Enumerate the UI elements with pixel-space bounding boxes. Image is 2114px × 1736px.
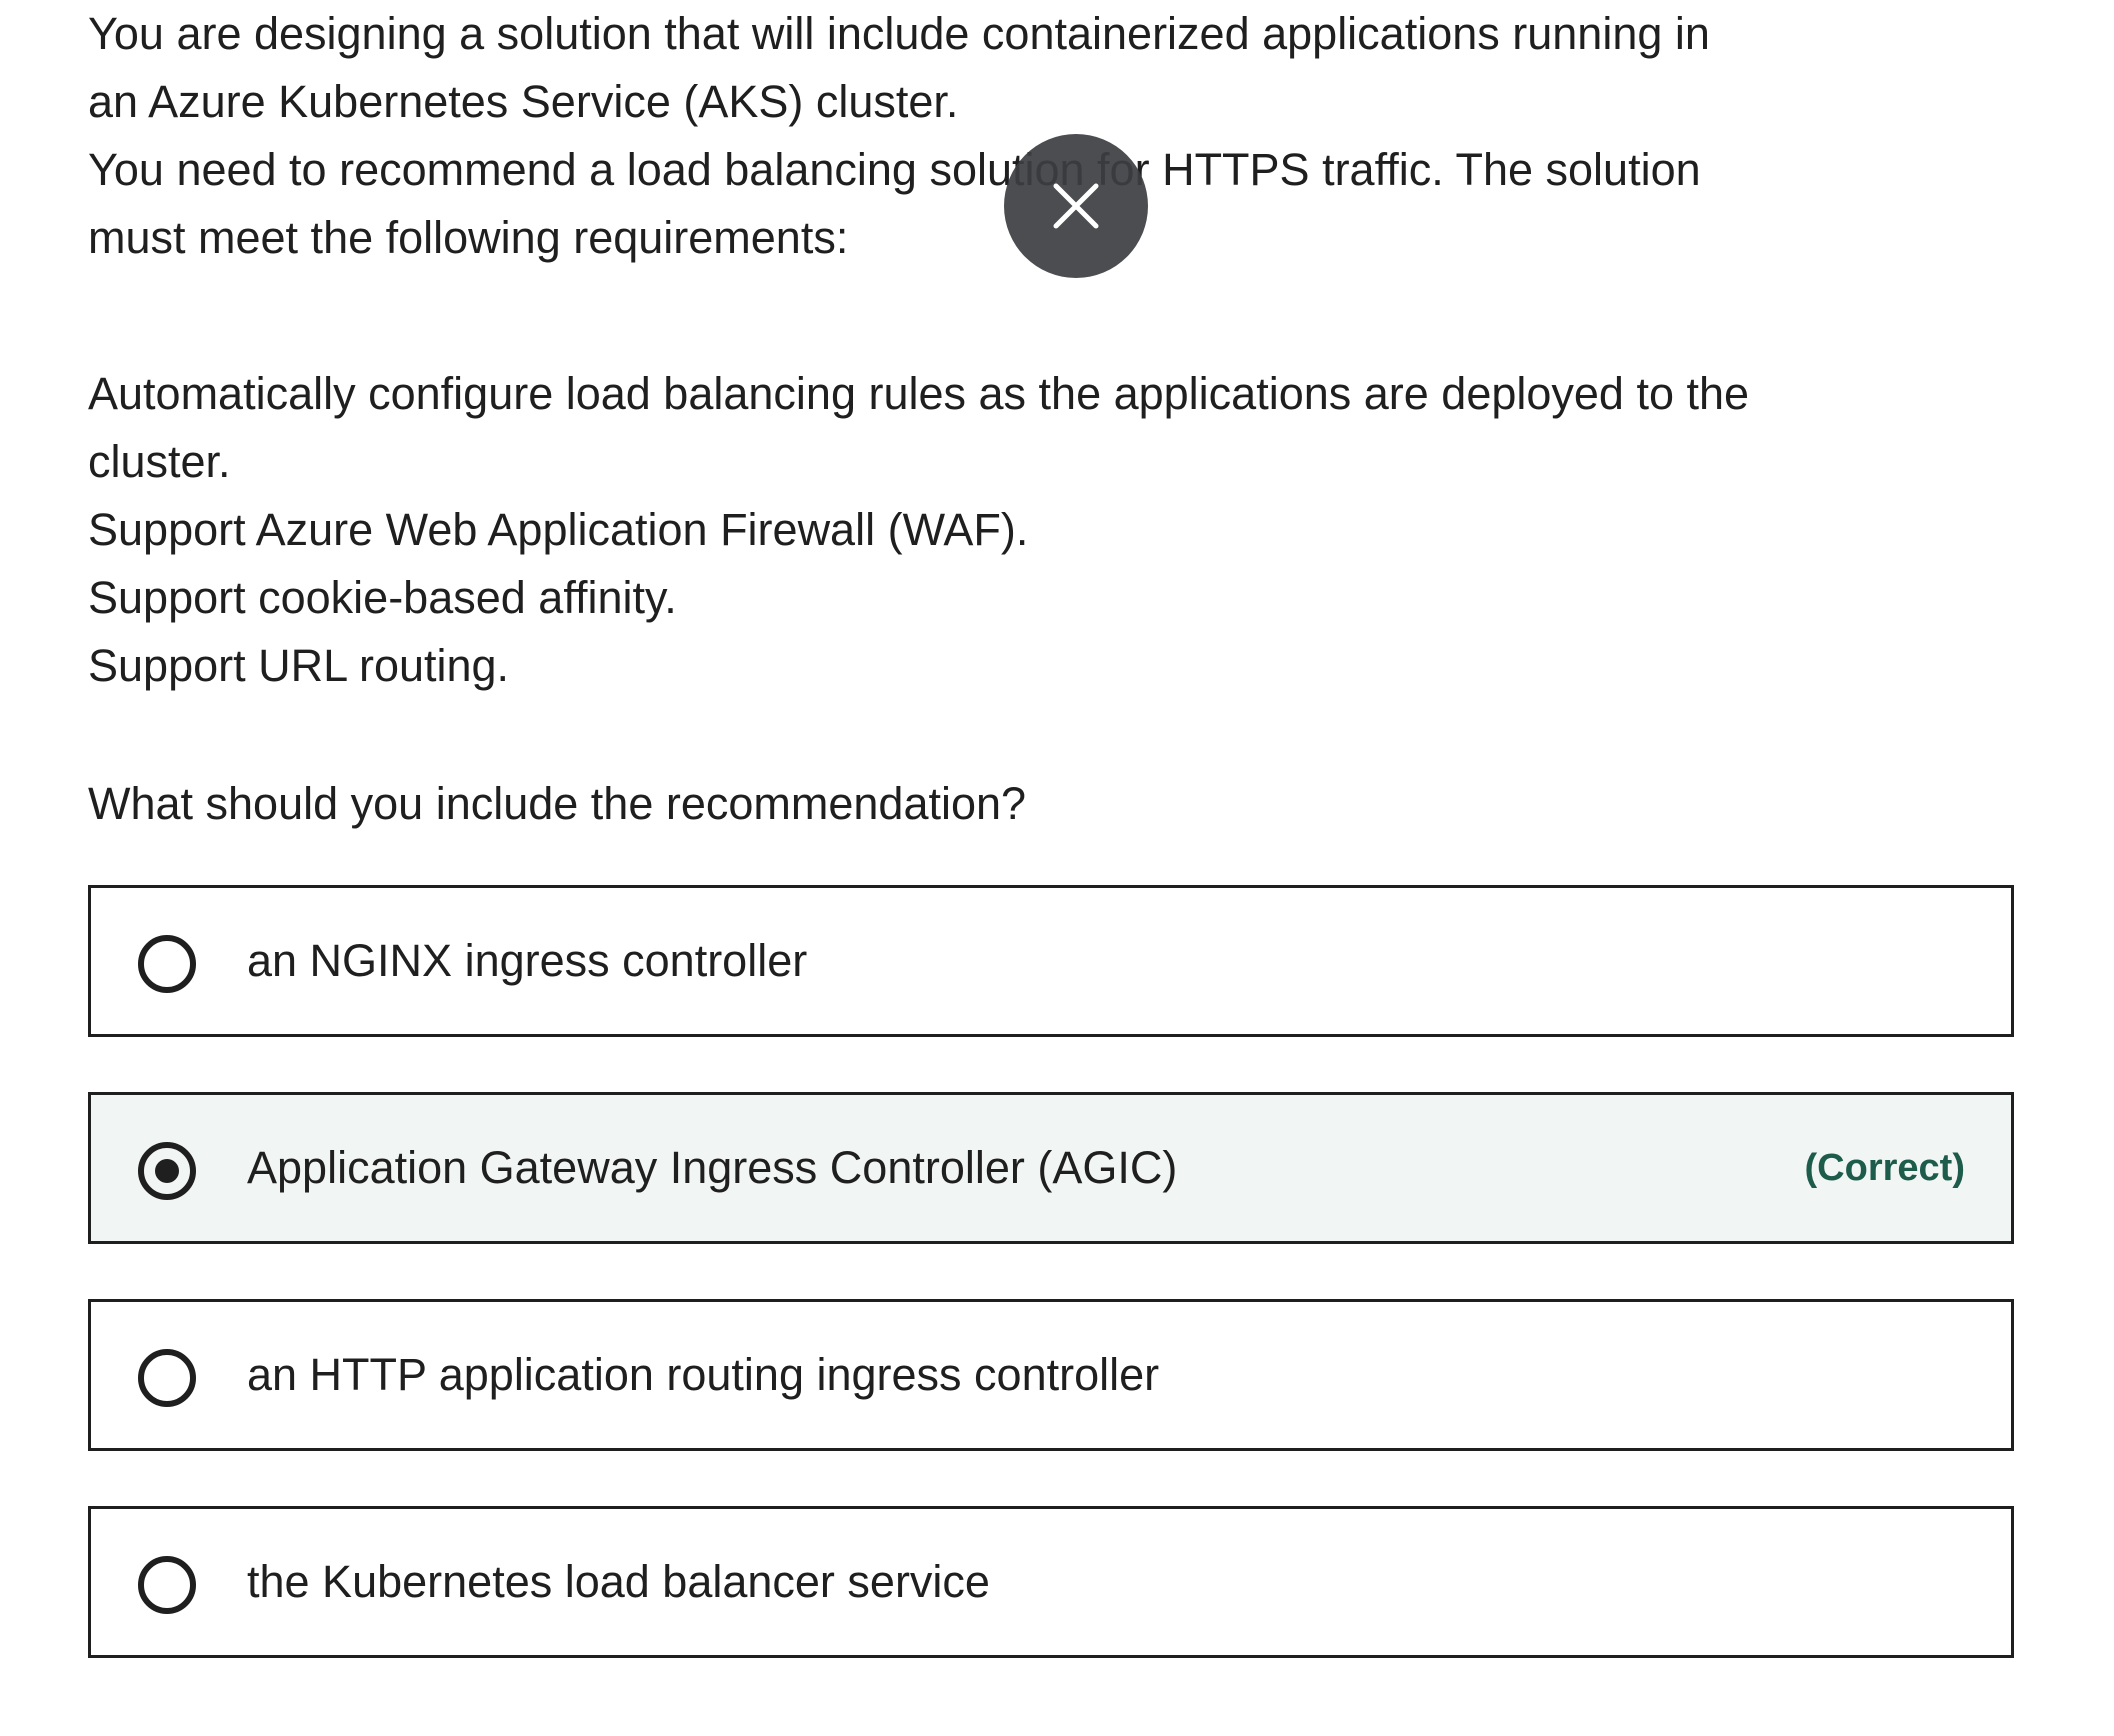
answer-option-nginx[interactable]: an NGINX ingress controller — [88, 885, 2014, 1037]
option-label: an HTTP application routing ingress cont… — [247, 1349, 1160, 1400]
close-icon — [1053, 183, 1099, 229]
answer-option-k8s-lb[interactable]: the Kubernetes load balancer service — [88, 1506, 2014, 1658]
question-text-line: You need to recommend a load balancing s… — [88, 144, 1701, 195]
requirement-line: Support Azure Web Application Firewall (… — [88, 504, 1029, 555]
requirements-list: Automatically configure load balancing r… — [88, 360, 1749, 700]
question-prompt: What should you include the recommendati… — [88, 770, 1026, 838]
radio-button[interactable] — [138, 1349, 196, 1407]
requirement-line: Automatically configure load balancing r… — [88, 368, 1750, 419]
radio-button-selected[interactable] — [138, 1142, 196, 1200]
option-label: Application Gateway Ingress Controller (… — [247, 1142, 1178, 1193]
answer-option-http-routing[interactable]: an HTTP application routing ingress cont… — [88, 1299, 2014, 1451]
radio-button[interactable] — [138, 935, 196, 993]
requirement-line: cluster. — [88, 436, 231, 487]
question-intro: You are designing a solution that will i… — [88, 0, 1710, 272]
requirement-line: Support URL routing. — [88, 640, 510, 691]
option-label: the Kubernetes load balancer service — [247, 1556, 990, 1607]
requirement-line: Support cookie-based affinity. — [88, 572, 677, 623]
prompt-text: What should you include the recommendati… — [88, 778, 1027, 829]
question-text-line: You are designing a solution that will i… — [88, 8, 1710, 59]
correct-badge: (Correct) — [1804, 1147, 1965, 1189]
question-text-line: an Azure Kubernetes Service (AKS) cluste… — [88, 76, 959, 127]
close-button[interactable] — [1004, 134, 1148, 278]
answer-option-agic[interactable]: Application Gateway Ingress Controller (… — [88, 1092, 2014, 1244]
radio-dot — [155, 1159, 179, 1183]
option-label: an NGINX ingress controller — [247, 935, 808, 986]
radio-button[interactable] — [138, 1556, 196, 1614]
question-text-line: must meet the following requirements: — [88, 212, 849, 263]
